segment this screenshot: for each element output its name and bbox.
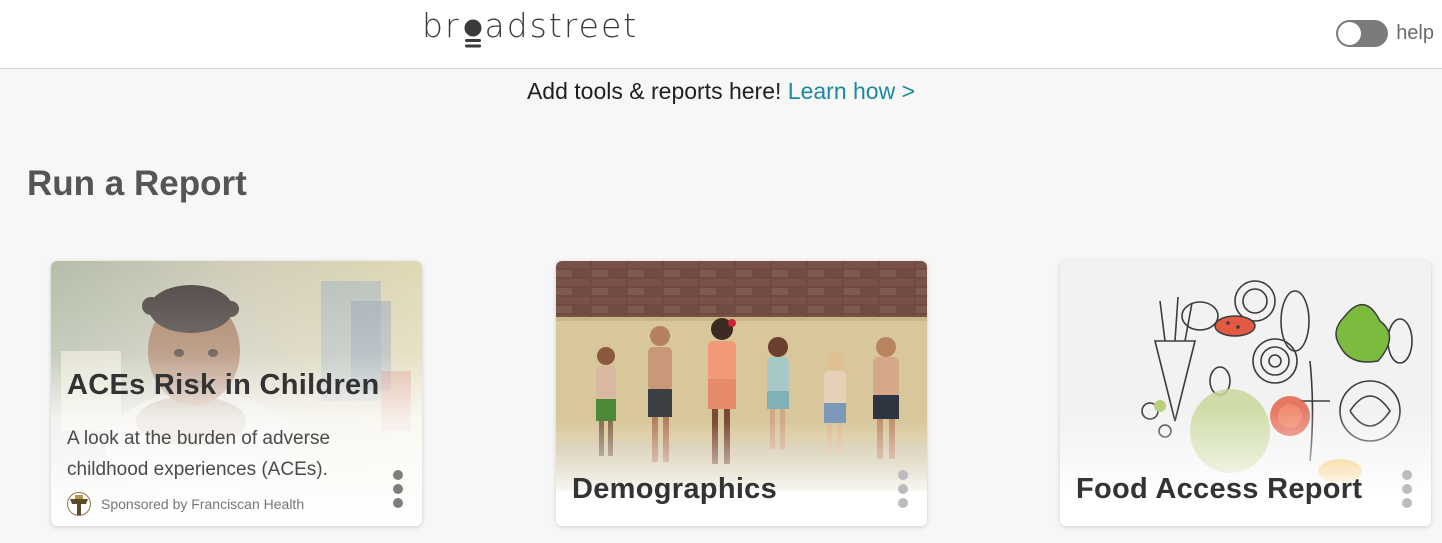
- banner-text: Add tools & reports here!: [526, 78, 788, 104]
- help-control: help: [1336, 20, 1434, 47]
- more-options-icon[interactable]: [392, 470, 404, 508]
- add-tools-banner: Add tools & reports here! Learn how >: [0, 78, 1442, 105]
- top-header: br adstreet help: [0, 0, 1442, 69]
- card-title: ACEs Risk in Children: [67, 369, 380, 401]
- franciscan-health-logo-icon: [67, 492, 91, 516]
- card-title: Demographics: [572, 473, 778, 505]
- sponsor-line: Sponsored by Franciscan Health: [67, 491, 304, 517]
- report-card-food-access[interactable]: Food Access Report: [1060, 261, 1431, 526]
- logo-text-right: adstreet: [484, 6, 639, 45]
- help-toggle[interactable]: [1336, 20, 1389, 47]
- more-options-icon[interactable]: [1401, 470, 1413, 508]
- lightbulb-icon: [462, 6, 484, 50]
- learn-how-link[interactable]: Learn how >: [788, 78, 915, 104]
- report-card-aces[interactable]: ACEs Risk in Children A look at the burd…: [51, 261, 422, 526]
- help-label: help: [1396, 22, 1434, 44]
- more-options-icon[interactable]: [897, 470, 909, 508]
- section-title: Run a Report: [27, 164, 247, 203]
- report-card-demographics[interactable]: Demographics: [556, 261, 927, 526]
- logo-text-left: br: [422, 6, 461, 45]
- card-title: Food Access Report: [1076, 473, 1363, 505]
- card-description: A look at the burden of adverse childhoo…: [67, 428, 331, 480]
- toggle-knob: [1338, 22, 1362, 45]
- sponsor-text: Sponsored by Franciscan Health: [101, 496, 305, 512]
- broadstreet-logo[interactable]: br adstreet: [422, 6, 638, 52]
